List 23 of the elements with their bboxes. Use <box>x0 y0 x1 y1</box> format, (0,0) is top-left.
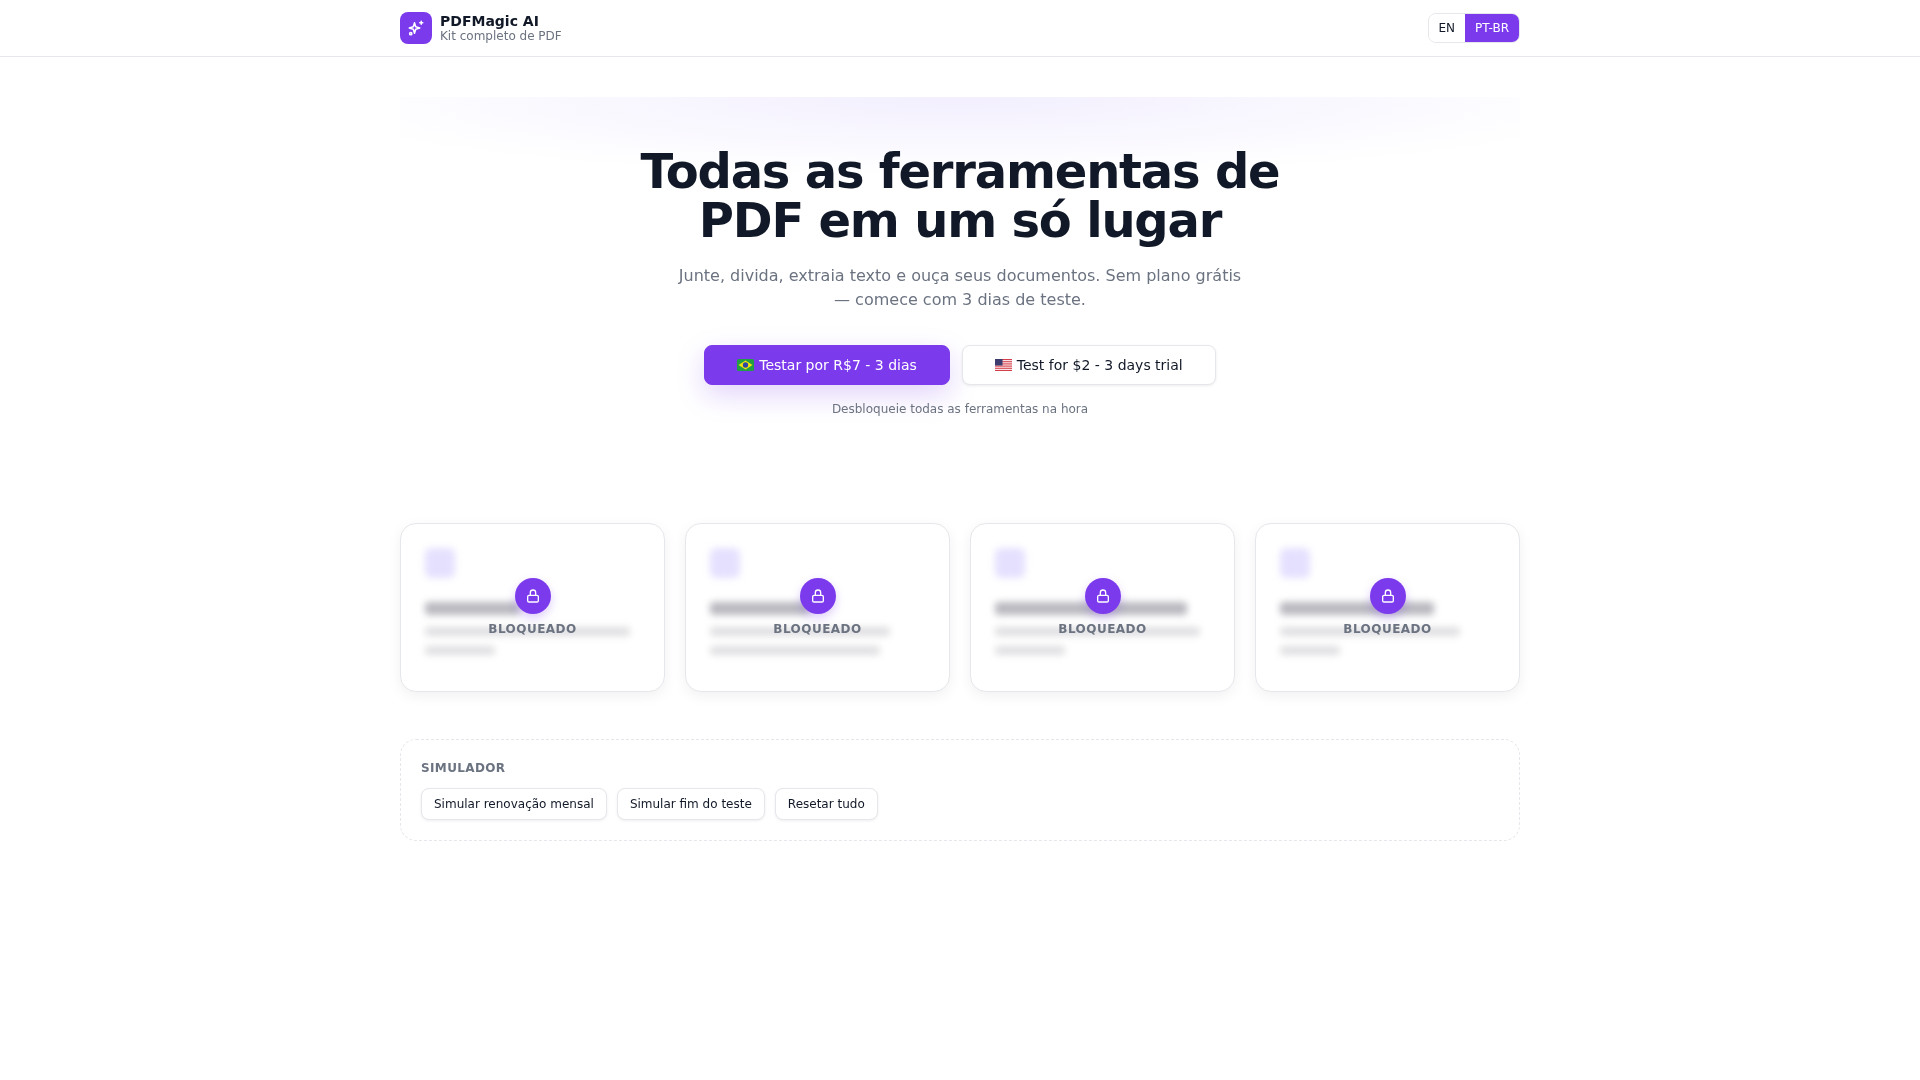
lock-icon <box>799 578 836 614</box>
lock-icon <box>1369 578 1406 614</box>
lock-icon <box>514 578 551 614</box>
brand-name: PDFMagic AI <box>440 13 540 29</box>
locked-label: BLOQUEADO <box>773 621 862 637</box>
simulator-button[interactable]: Resetar tudo <box>774 788 878 820</box>
locked-label: BLOQUEADO <box>1058 621 1147 637</box>
simulator-button[interactable]: Simular fim do teste <box>616 788 765 820</box>
brazil-flag-icon <box>737 359 755 371</box>
hero-subtitle: Junte, divida, extraia texto e ouça seus documentos. Sem plano grátis — comece com 3 dias de teste. <box>677 265 1243 311</box>
simulator-title: SIMULADOR <box>421 760 507 776</box>
language-option[interactable]: PT-BR <box>1465 14 1519 42</box>
sparkle-logo-icon <box>400 12 432 44</box>
hero-title: Todas as ferramentas de PDF em um só lugar <box>639 147 1281 245</box>
locked-label: BLOQUEADO <box>488 621 577 637</box>
unlock-note: Desbloqueie todas as ferramentas na hora <box>831 401 1089 417</box>
trial-button[interactable]: Test for $2 - 3 days trial <box>961 345 1216 385</box>
locked-label: BLOQUEADO <box>1343 621 1432 637</box>
simulator-button[interactable]: Simular renovação mensal <box>421 788 607 820</box>
trial-button[interactable]: Testar por R$7 - 3 dias <box>704 345 950 385</box>
lock-icon <box>1084 578 1121 614</box>
brand-tagline: Kit completo de PDF <box>440 29 562 43</box>
us-flag-icon <box>994 359 1012 371</box>
